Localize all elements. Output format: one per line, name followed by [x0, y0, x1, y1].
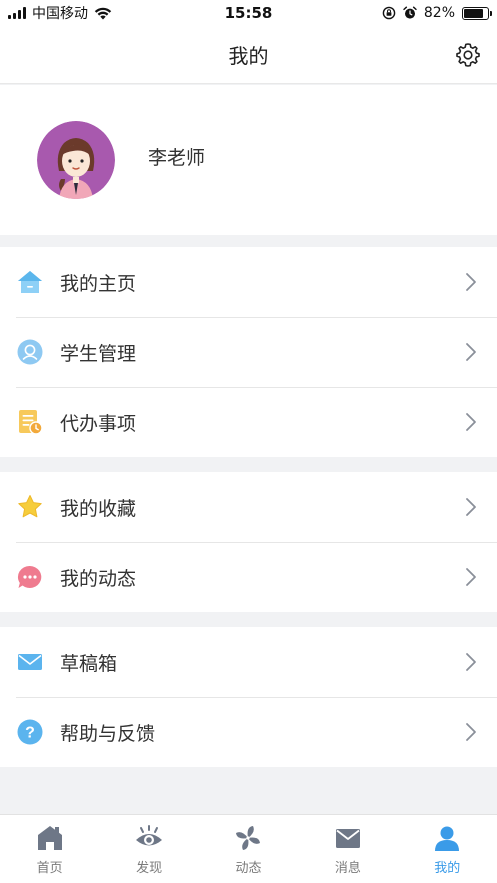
chevron-right-icon	[466, 568, 476, 586]
chevron-right-icon	[466, 723, 476, 741]
menu-item-homepage[interactable]: 我的主页	[0, 247, 497, 317]
tab-me[interactable]: 我的	[398, 815, 497, 876]
gear-icon	[456, 43, 480, 67]
menu-item-student-management[interactable]: 学生管理	[0, 317, 497, 387]
menu-item-drafts[interactable]: 草稿箱	[0, 627, 497, 697]
mail-tab-icon	[333, 823, 363, 853]
mail-icon	[16, 648, 44, 676]
pinwheel-tab-icon	[233, 823, 263, 853]
tab-home[interactable]: 首页	[0, 815, 99, 876]
chevron-right-icon	[466, 413, 476, 431]
menu-label: 学生管理	[60, 342, 137, 365]
avatar[interactable]	[37, 121, 115, 199]
tab-label: 消息	[334, 861, 361, 876]
home-tab-icon	[35, 823, 65, 853]
menu-group-2: 我的收藏 我的动态	[0, 472, 497, 612]
todo-icon	[16, 408, 44, 436]
tab-messages[interactable]: 消息	[298, 815, 397, 876]
menu-label: 帮助与反馈	[60, 722, 156, 745]
eye-tab-icon	[134, 823, 164, 853]
tab-bar: 首页 发现 动态 消息 我的	[0, 814, 497, 883]
menu-label: 我的动态	[60, 567, 137, 590]
chat-icon	[16, 563, 44, 591]
status-right: 82%	[382, 5, 492, 21]
page-title: 我的	[228, 44, 269, 68]
tab-discover[interactable]: 发现	[100, 815, 199, 876]
profile-card[interactable]: 李老师	[0, 85, 497, 235]
menu-label: 我的主页	[60, 272, 137, 295]
battery-percent: 82%	[423, 5, 455, 21]
settings-button[interactable]	[453, 40, 483, 70]
star-icon	[16, 493, 44, 521]
status-bar: 中国移动 15:58 82%	[0, 0, 497, 26]
tab-activity[interactable]: 动态	[199, 815, 298, 876]
tab-label: 动态	[235, 861, 262, 876]
tab-label: 我的	[434, 861, 461, 876]
battery-fill	[464, 8, 483, 18]
menu-group-1: 我的主页 学生管理 代办事项	[0, 247, 497, 457]
tab-label: 发现	[136, 861, 163, 876]
carrier-label: 中国移动	[32, 6, 88, 22]
chevron-right-icon	[466, 653, 476, 671]
menu-item-my-activity[interactable]: 我的动态	[0, 542, 497, 612]
status-left: 中国移动	[8, 3, 112, 23]
menu-label: 代办事项	[60, 412, 137, 435]
profile-name: 李老师	[148, 147, 206, 169]
student-icon	[16, 338, 44, 366]
signal-icon	[8, 7, 26, 19]
teacher-avatar-icon	[37, 121, 115, 199]
wifi-icon	[94, 7, 112, 19]
battery-icon	[462, 6, 492, 20]
menu-group-3: 草稿箱 ? 帮助与反馈	[0, 627, 497, 767]
help-icon: ?	[16, 718, 44, 746]
rotation-lock-icon	[382, 6, 396, 20]
person-tab-icon	[432, 823, 462, 853]
nav-bar: 我的	[0, 26, 497, 84]
menu-label: 草稿箱	[60, 652, 118, 675]
tab-label: 首页	[36, 861, 63, 876]
menu-item-todo[interactable]: 代办事项	[0, 387, 497, 457]
menu-label: 我的收藏	[60, 497, 137, 520]
chevron-right-icon	[466, 498, 476, 516]
svg-text:?: ?	[25, 725, 35, 742]
chevron-right-icon	[466, 273, 476, 291]
alarm-icon	[403, 6, 417, 19]
home-icon	[16, 268, 44, 296]
menu-item-help-feedback[interactable]: ? 帮助与反馈	[0, 697, 497, 767]
chevron-right-icon	[466, 343, 476, 361]
menu-item-favorites[interactable]: 我的收藏	[0, 472, 497, 542]
